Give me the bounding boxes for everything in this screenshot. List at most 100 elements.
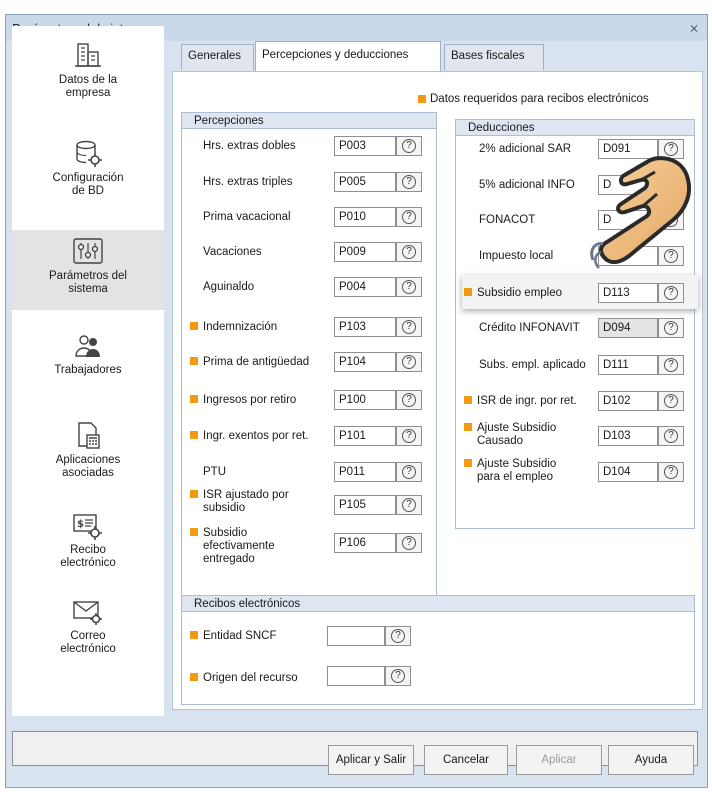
deduccion-code-input[interactable]: D104: [598, 462, 658, 482]
percepcion-label: Subsidio efectivamente entregado: [190, 527, 275, 566]
percepcion-code-input[interactable]: P011: [334, 462, 396, 482]
percepcion-help-button[interactable]: ?: [396, 352, 422, 372]
origen-recurso-help-button[interactable]: ?: [385, 666, 411, 686]
recibos-group: Recibos electrónicos: [181, 595, 695, 705]
apply-and-exit-button[interactable]: Aplicar y Salir: [328, 745, 414, 775]
percepcion-code-input[interactable]: P010: [334, 207, 396, 227]
calculator-doc-icon: [78, 422, 100, 449]
sidebar-item-datos-empresa[interactable]: Datos de la empresa: [12, 40, 164, 120]
percepcion-label-text: Subsidio: [203, 527, 248, 539]
sidebar-item-aplicaciones-asociadas[interactable]: Aplicaciones asociadas: [12, 420, 164, 500]
deduccion-help-button[interactable]: ?: [658, 462, 684, 482]
percepcion-help-button[interactable]: ?: [396, 277, 422, 297]
percepcion-help-button[interactable]: ?: [396, 426, 422, 446]
required-marker: [464, 459, 472, 467]
percepcion-help-button[interactable]: ?: [396, 390, 422, 410]
percepcion-label: Ingr. exentos por ret.: [190, 430, 308, 443]
percepcion-label-text: Ingresos por retiro: [203, 394, 297, 406]
tab-percepciones-deducciones[interactable]: Percepciones y deducciones: [255, 41, 441, 71]
required-marker: [190, 431, 198, 439]
help-icon: ?: [402, 355, 416, 369]
users-icon: [75, 335, 100, 357]
deduccion-code-input[interactable]: D113: [598, 283, 658, 303]
required-marker: [418, 95, 426, 103]
origen-recurso-input[interactable]: [327, 666, 385, 686]
percepcion-label: Prima vacacional: [203, 211, 291, 224]
percepcion-help-button[interactable]: ?: [396, 172, 422, 192]
percepcion-label-text: Ingr. exentos por ret.: [203, 430, 309, 442]
percepcion-help-button[interactable]: ?: [396, 317, 422, 337]
help-icon: ?: [664, 358, 678, 372]
percepcion-label-text: Aguinaldo: [203, 281, 255, 293]
close-icon[interactable]: ⨯: [689, 21, 699, 35]
sidebar-item-label-2: electrónico: [60, 557, 116, 569]
help-button[interactable]: Ayuda: [608, 745, 694, 775]
required-marker: [190, 631, 198, 639]
percepcion-label-text: Prima de antigüedad: [203, 356, 310, 368]
deduccion-help-button[interactable]: ?: [658, 355, 684, 375]
percepcion-code-input[interactable]: P009: [334, 242, 396, 262]
sidebar-item-label-2: asociadas: [62, 467, 114, 479]
deduccion-label-text: Subs. empl. aplicado: [479, 359, 586, 371]
sidebar-item-parametros-sistema[interactable]: Parámetros del sistema: [12, 230, 164, 310]
tab-generales[interactable]: Generales: [181, 44, 254, 70]
legend-text: Datos requeridos para recibos electrónic…: [430, 93, 649, 105]
percepcion-label-text: ISR ajustado por: [203, 489, 289, 501]
percepcion-label-text: Hrs. extras triples: [203, 176, 293, 188]
sidebar-item-label-2: de BD: [72, 185, 104, 197]
percepcion-help-button[interactable]: ?: [396, 495, 422, 515]
percepcion-label: Vacaciones: [203, 246, 262, 259]
help-icon: ?: [402, 393, 416, 407]
percepcion-label: PTU: [203, 466, 226, 479]
deduccion-help-button[interactable]: ?: [658, 426, 684, 446]
cancel-button[interactable]: Cancelar: [424, 745, 508, 775]
percepcion-code-input[interactable]: P104: [334, 352, 396, 372]
help-icon: ?: [402, 498, 416, 512]
deduccion-label: 5% adicional INFO: [479, 179, 575, 192]
percepcion-code-input[interactable]: P105: [334, 495, 396, 515]
sidebar: Datos de la empresa Configuración de BD …: [12, 26, 164, 716]
sidebar-item-label: Configuración: [52, 172, 124, 184]
percepcion-help-button[interactable]: ?: [396, 242, 422, 262]
percepcion-code-input[interactable]: P004: [334, 277, 396, 297]
help-icon: ?: [391, 669, 405, 683]
percepcion-code-input[interactable]: P003: [334, 136, 396, 156]
deduccion-label: Subsidio empleo: [464, 287, 562, 300]
sidebar-item-correo-electronico[interactable]: Correo electrónico: [12, 598, 164, 678]
deduccion-help-button[interactable]: ?: [658, 283, 684, 303]
entidad-sncf-input[interactable]: [327, 626, 385, 646]
percepcion-help-button[interactable]: ?: [396, 136, 422, 156]
deduccion-help-button[interactable]: ?: [658, 318, 684, 338]
percepcion-code-input[interactable]: P005: [334, 172, 396, 192]
percepcion-help-button[interactable]: ?: [396, 462, 422, 482]
deduccion-code-input[interactable]: D102: [598, 391, 658, 411]
entidad-sncf-help-button[interactable]: ?: [385, 626, 411, 646]
deduccion-code-input[interactable]: D094: [598, 318, 658, 338]
recibos-title: Recibos electrónicos: [182, 596, 694, 612]
help-icon: ?: [664, 286, 678, 300]
help-icon: ?: [402, 175, 416, 189]
sidebar-item-recibo-electronico[interactable]: $ Recibo electrónico: [12, 510, 164, 590]
apply-button[interactable]: Aplicar: [516, 745, 602, 775]
sidebar-item-configuracion-bd[interactable]: Configuración de BD: [12, 138, 164, 218]
percepcion-code-input[interactable]: P106: [334, 533, 396, 553]
percepcion-label: Prima de antigüedad: [190, 356, 309, 369]
percepcion-code-input[interactable]: P101: [334, 426, 396, 446]
help-icon: ?: [402, 320, 416, 334]
percepcion-code-input[interactable]: P100: [334, 390, 396, 410]
help-icon: ?: [402, 465, 416, 479]
help-icon: ?: [391, 629, 405, 643]
percepcion-label-text: Vacaciones: [203, 246, 262, 258]
svg-text:$: $: [77, 519, 84, 530]
percepcion-help-button[interactable]: ?: [396, 207, 422, 227]
deduccion-code-input[interactable]: D103: [598, 426, 658, 446]
percepcion-label-text: Indemnización: [203, 321, 278, 333]
required-marker: [190, 673, 198, 681]
percepcion-help-button[interactable]: ?: [396, 533, 422, 553]
deduccion-code-input[interactable]: D111: [598, 355, 658, 375]
percepcion-code-input[interactable]: P103: [334, 317, 396, 337]
sidebar-item-trabajadores[interactable]: Trabajadores: [12, 332, 164, 392]
deduccion-help-button[interactable]: ?: [658, 391, 684, 411]
required-marker: [190, 490, 198, 498]
tab-bases-fiscales[interactable]: Bases fiscales: [444, 44, 544, 70]
